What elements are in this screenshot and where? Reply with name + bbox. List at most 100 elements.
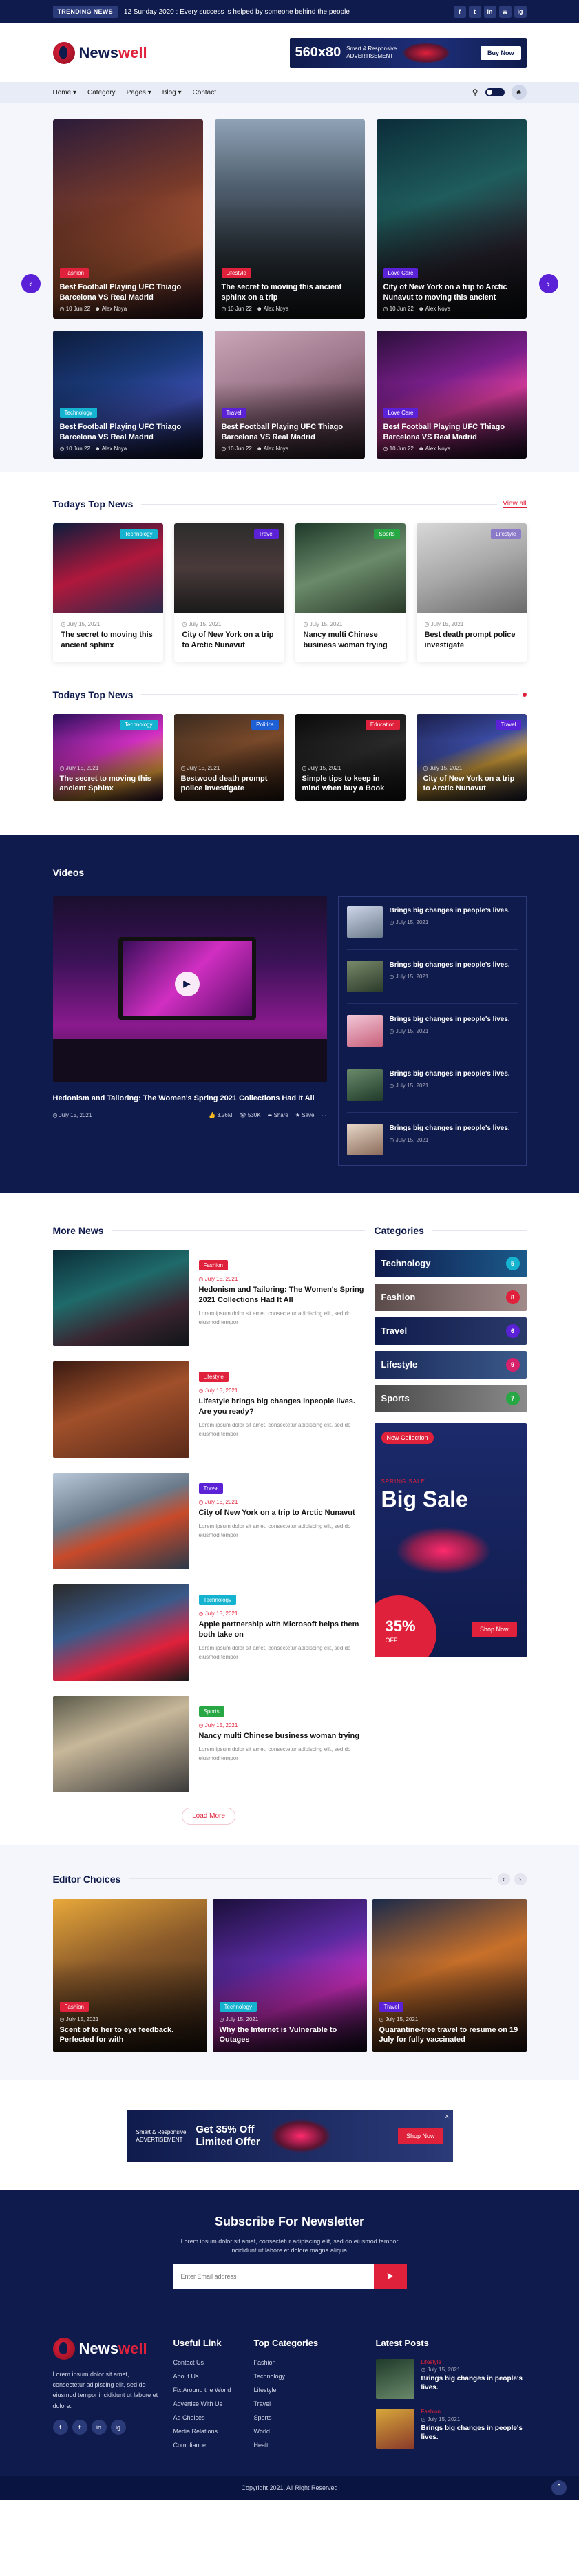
category-tag[interactable]: Technology <box>120 529 158 539</box>
card-title[interactable]: Best Football Playing UFC Thiago Barcelo… <box>60 422 196 442</box>
category-tag[interactable]: Love Care <box>383 268 419 279</box>
video-item-title[interactable]: Brings big changes in people's lives. <box>390 1069 510 1079</box>
news-card[interactable]: Travel ◷ July 15, 2021 City of New York … <box>173 523 284 662</box>
email-field[interactable] <box>172 2263 374 2289</box>
category-tag[interactable]: Travel <box>221 408 246 419</box>
site-logo[interactable]: Newswell <box>52 41 147 64</box>
post-image[interactable] <box>375 2408 414 2449</box>
share-button[interactable]: ➦ Share <box>268 1112 288 1118</box>
category-tag[interactable]: Travel <box>496 719 521 730</box>
category-item[interactable]: Sports 7 <box>374 1384 527 1412</box>
video-item-title[interactable]: Brings big changes in people's lives. <box>390 906 510 916</box>
video-list-item[interactable]: Brings big changes in people's lives. ◷ … <box>346 905 518 950</box>
send-icon[interactable]: ➤ <box>373 2263 407 2289</box>
close-icon[interactable]: x <box>445 2113 449 2119</box>
news-card[interactable]: Technology ◷ July 15, 2021 The secret to… <box>52 523 163 662</box>
prev-arrow-icon[interactable]: ‹ <box>21 274 41 293</box>
card-image[interactable]: Technology <box>52 523 163 613</box>
dark-mode-toggle[interactable] <box>485 88 505 96</box>
card-image[interactable] <box>52 1695 189 1792</box>
footer-link[interactable]: Fix Around the World <box>173 2387 254 2394</box>
category-tag[interactable]: Love Care <box>383 408 419 419</box>
card-title[interactable]: Best death prompt police investigate <box>425 630 518 651</box>
card-title[interactable]: Why the Internet is Vulnerable to Outage… <box>220 2025 360 2045</box>
editor-card[interactable]: Travel ◷ July 15, 2021 Quarantine-free t… <box>372 1898 527 2052</box>
promo-shop-button[interactable]: Shop Now <box>397 2127 443 2144</box>
instagram-icon[interactable]: ig <box>110 2419 126 2435</box>
card-title[interactable]: Best Football Playing UFC Thiago Barcelo… <box>383 422 520 442</box>
more-news-item[interactable]: Fashion ◷ July 15, 2021 Hedonism and Tai… <box>52 1249 365 1346</box>
video-item-title[interactable]: Brings big changes in people's lives. <box>390 961 510 970</box>
footer-logo[interactable]: Newswell <box>52 2337 173 2360</box>
promo-ad[interactable]: Smart & Responsive ADVERTISEMENT Get 35% … <box>126 2109 453 2162</box>
load-more-button[interactable]: Load More <box>182 1807 235 1825</box>
view-all-link[interactable]: View all <box>503 500 527 508</box>
twitter-icon[interactable]: t <box>72 2419 87 2435</box>
video-list-item[interactable]: Brings big changes in people's lives. ◷ … <box>346 960 518 1004</box>
nav-blog[interactable]: Blog ▾ <box>162 89 182 96</box>
video-thumb[interactable] <box>346 960 383 992</box>
category-tag[interactable]: Travel <box>198 1483 224 1494</box>
card-title[interactable]: Best Football Playing UFC Thiago Barcelo… <box>222 422 358 442</box>
footer-category-link[interactable]: Sports <box>254 2414 376 2421</box>
post-title[interactable]: Brings big changes in people's lives. <box>421 2374 527 2393</box>
category-tag[interactable]: Technology <box>198 1594 236 1605</box>
card-title[interactable]: City of New York on a trip to Arctic Nun… <box>423 774 520 794</box>
news-card[interactable]: Sports ◷ July 15, 2021 Nancy multi Chine… <box>295 523 406 662</box>
hero-card[interactable]: Technology Best Football Playing UFC Thi… <box>52 331 203 459</box>
linkedin-icon[interactable]: in <box>91 2419 107 2435</box>
hero-card[interactable]: Fashion Best Football Playing UFC Thiago… <box>52 119 203 319</box>
more-news-item[interactable]: Sports ◷ July 15, 2021 Nancy multi Chine… <box>52 1695 365 1792</box>
category-tag[interactable]: Technology <box>59 408 97 419</box>
video-thumb[interactable] <box>346 1123 383 1155</box>
video-item-title[interactable]: Brings big changes in people's lives. <box>390 1124 510 1133</box>
category-tag[interactable]: Technology <box>120 719 158 730</box>
category-item[interactable]: Lifestyle 9 <box>374 1350 527 1379</box>
play-icon[interactable]: ▶ <box>174 971 200 996</box>
video-thumb[interactable] <box>346 1014 383 1047</box>
footer-link[interactable]: Ad Choices <box>173 2414 254 2421</box>
footer-link[interactable]: About Us <box>173 2373 254 2380</box>
footer-category-link[interactable]: Travel <box>254 2400 376 2407</box>
video-thumb[interactable] <box>346 1069 383 1101</box>
category-tag[interactable]: Education <box>365 719 400 730</box>
card-title[interactable]: The secret to moving this ancient sphinx… <box>222 282 358 302</box>
footer-category-link[interactable]: World <box>254 2428 376 2435</box>
save-button[interactable]: ★ Save <box>295 1112 315 1118</box>
post-tag[interactable]: Fashion <box>421 2409 527 2415</box>
card-image[interactable]: Sports <box>295 523 406 613</box>
more-news-item[interactable]: Travel ◷ July 15, 2021 City of New York … <box>52 1472 365 1569</box>
facebook-icon[interactable]: f <box>453 6 466 18</box>
card-title[interactable]: City of New York on a trip to Arctic Nun… <box>199 1508 365 1518</box>
card-title[interactable]: Simple tips to keep in mind when buy a B… <box>302 774 399 794</box>
more-news-item[interactable]: Lifestyle ◷ July 15, 2021 Lifestyle brin… <box>52 1361 365 1458</box>
card-title[interactable]: Nancy multi Chinese business woman tryin… <box>304 630 397 651</box>
video-title[interactable]: Hedonism and Tailoring: The Women's Spri… <box>53 1094 327 1102</box>
shop-now-button[interactable]: Shop Now <box>471 1621 517 1637</box>
card-title[interactable]: City of New York on a trip to Arctic Nun… <box>182 630 276 651</box>
news-card[interactable]: Politics ◷ July 15, 2021 Bestwood death … <box>173 713 284 801</box>
header-ad-banner[interactable]: 560x80 Smart & Responsive ADVERTISEMENT B… <box>289 37 527 68</box>
video-thumb[interactable] <box>346 905 383 938</box>
category-item[interactable]: Fashion 8 <box>374 1283 527 1311</box>
prev-arrow-icon[interactable]: ‹ <box>497 1872 510 1885</box>
video-player[interactable]: ▶ <box>52 895 327 1082</box>
card-image[interactable]: Travel <box>173 523 284 613</box>
category-tag[interactable]: Fashion <box>198 1259 228 1270</box>
instagram-icon[interactable]: ig <box>514 6 527 18</box>
card-image[interactable] <box>52 1472 189 1569</box>
like-button[interactable]: 👍 3.26M <box>209 1112 232 1118</box>
facebook-icon[interactable]: f <box>52 2419 68 2435</box>
footer-category-link[interactable]: Health <box>254 2442 376 2449</box>
card-image[interactable] <box>52 1361 189 1458</box>
card-title[interactable]: Best Football Playing UFC Thiago Barcelo… <box>60 282 196 302</box>
card-title[interactable]: Apple partnership with Microsoft helps t… <box>199 1620 365 1641</box>
hero-card[interactable]: Lifestyle The secret to moving this anci… <box>214 119 365 319</box>
ad-buy-button[interactable]: Buy Now <box>480 45 521 60</box>
linkedin-icon[interactable]: in <box>483 6 496 18</box>
latest-post[interactable]: Lifestyle ◷ July 15, 2021 Brings big cha… <box>375 2358 527 2399</box>
card-title[interactable]: Scent of to her to eye feedback. Perfect… <box>60 2025 200 2045</box>
category-item[interactable]: Technology 5 <box>374 1249 527 1277</box>
category-tag[interactable]: Fashion <box>59 268 89 279</box>
card-title[interactable]: Lifestyle brings big changes inpeople li… <box>199 1396 365 1418</box>
